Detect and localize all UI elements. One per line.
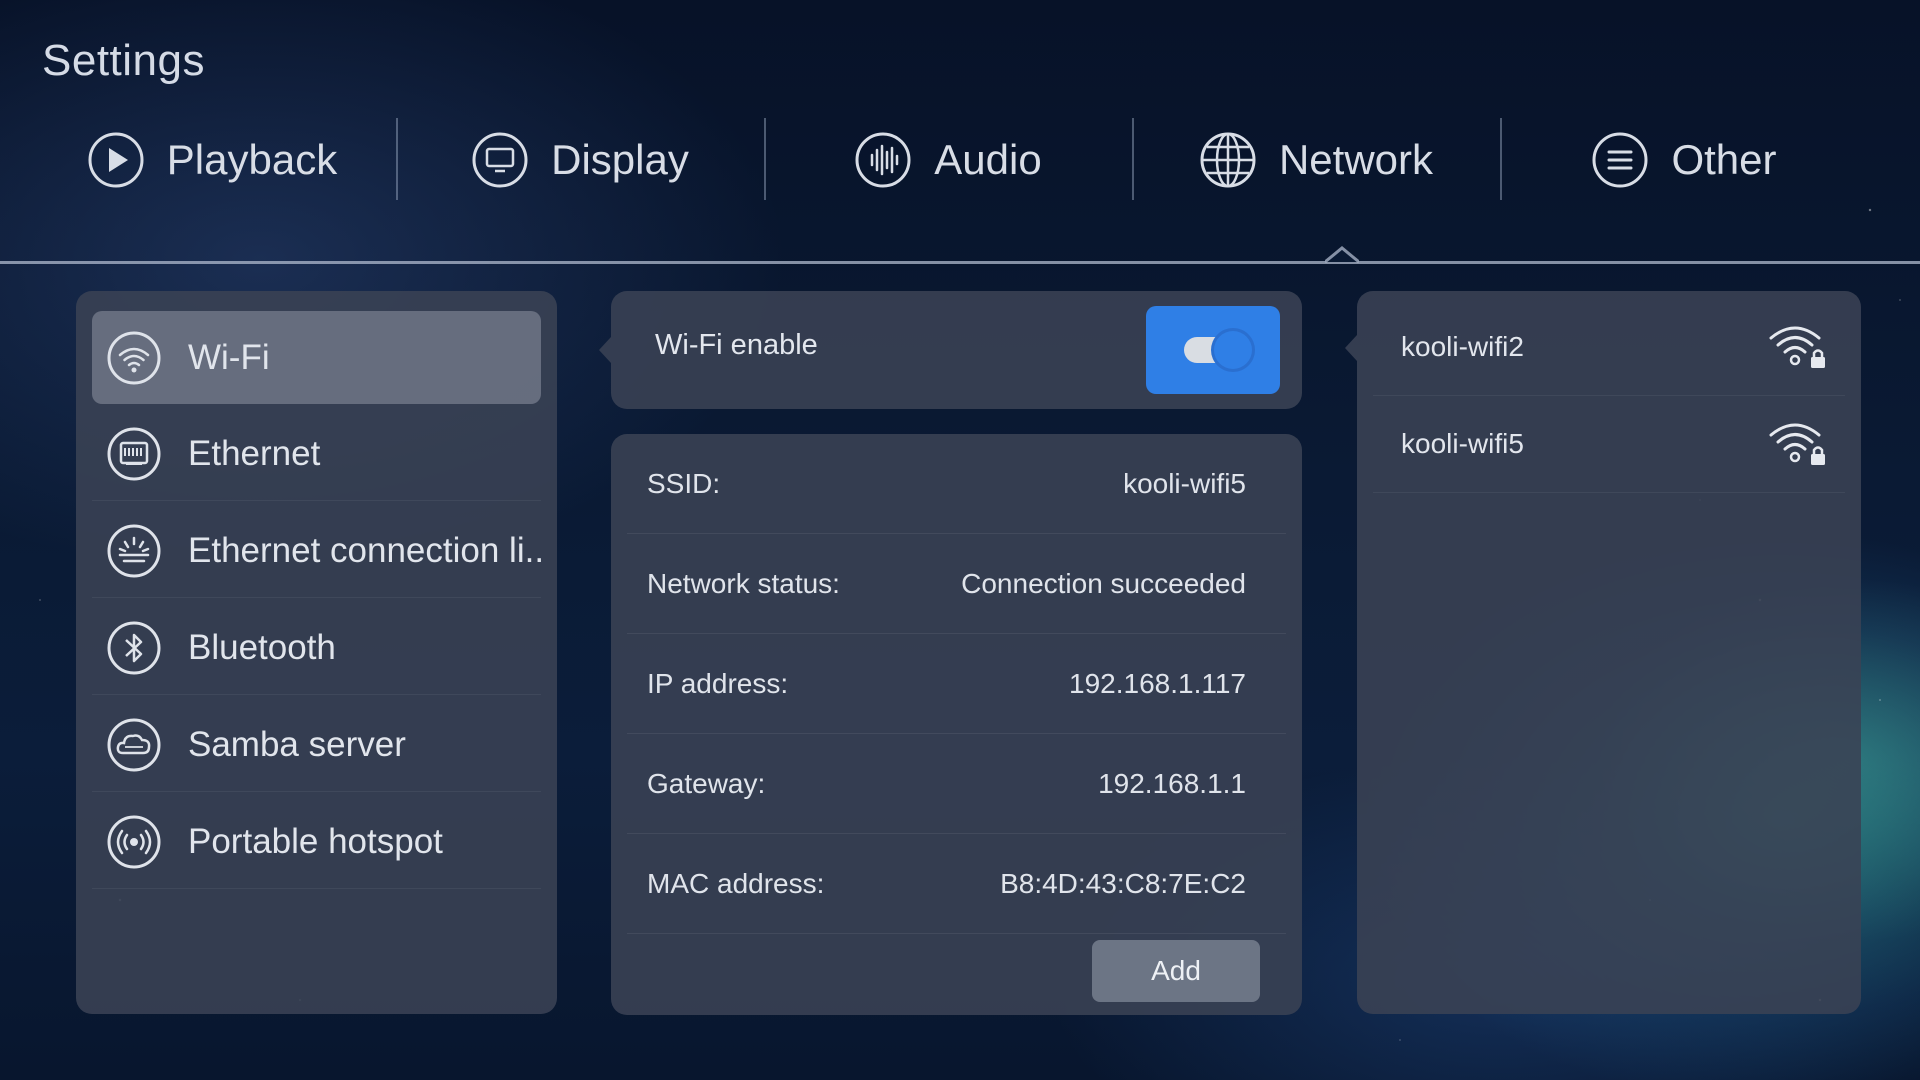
network-item-kooli-wifi5[interactable]: kooli-wifi5	[1373, 396, 1845, 493]
sidebar-item-label: Bluetooth	[188, 628, 336, 667]
info-label: Gateway:	[647, 767, 766, 799]
sidebar-item-label: Samba server	[188, 725, 406, 764]
info-row-network-status: Network status: Connection succeeded	[627, 534, 1286, 634]
info-label: Network status:	[647, 567, 840, 599]
tab-display[interactable]: Display	[396, 118, 764, 202]
network-sidebar: Wi-Fi Ethernet Ethernet connection li.. …	[76, 291, 557, 1014]
info-row-gateway: Gateway: 192.168.1.1	[627, 734, 1286, 834]
available-networks-panel: kooli-wifi2 kooli-wifi5	[1345, 291, 1861, 1014]
tab-divider	[0, 261, 1920, 264]
tab-network[interactable]: Network	[1132, 118, 1500, 202]
wifi-locked-icon	[1765, 418, 1829, 470]
wifi-enable-panel: Wi-Fi enable	[599, 291, 1302, 409]
tab-other[interactable]: Other	[1500, 118, 1868, 202]
network-name: kooli-wifi2	[1401, 331, 1524, 362]
sidebar-item-samba-server[interactable]: Samba server	[92, 699, 541, 792]
info-value: kooli-wifi5	[1123, 467, 1246, 499]
info-row-ssid: SSID: kooli-wifi5	[627, 434, 1286, 534]
tab-network-label: Network	[1278, 136, 1434, 183]
sidebar-item-ethernet-connection-light[interactable]: Ethernet connection li..	[92, 505, 545, 598]
info-value: Connection succeeded	[961, 567, 1246, 599]
bluetooth-icon	[106, 620, 162, 676]
sidebar-item-wifi[interactable]: Wi-Fi	[92, 311, 541, 404]
sidebar-item-portable-hotspot[interactable]: Portable hotspot	[92, 796, 541, 889]
selected-tab-caret	[1325, 246, 1359, 264]
hotspot-icon	[106, 814, 162, 870]
tab-audio-label: Audio	[934, 136, 1042, 183]
sidebar-item-label: Ethernet connection li..	[188, 531, 545, 570]
info-value: B8:4D:43:C8:7E:C2	[1000, 867, 1246, 899]
info-value: 192.168.1.1	[1098, 767, 1246, 799]
globe-icon	[1199, 131, 1257, 189]
connection-info-panel: SSID: kooli-wifi5 Network status: Connec…	[611, 434, 1302, 1015]
ethernet-port-icon	[106, 426, 162, 482]
audio-wave-icon	[854, 131, 912, 189]
panel-pointer	[599, 337, 611, 363]
wifi-enable-label: Wi-Fi enable	[655, 329, 818, 361]
sidebar-item-label: Ethernet	[188, 434, 321, 473]
network-menu: Wi-Fi Ethernet Ethernet connection li.. …	[76, 291, 557, 913]
monitor-icon	[471, 131, 529, 189]
wifi-enable-toggle[interactable]	[1146, 306, 1280, 394]
network-item-kooli-wifi2[interactable]: kooli-wifi2	[1373, 299, 1845, 396]
tab-playback[interactable]: Playback	[28, 118, 396, 202]
info-label: MAC address:	[647, 867, 825, 899]
samba-cloud-icon	[106, 717, 162, 773]
tab-audio[interactable]: Audio	[764, 118, 1132, 202]
toggle-knob	[1214, 331, 1252, 369]
sidebar-item-label: Portable hotspot	[188, 822, 443, 861]
add-button[interactable]: Add	[1092, 940, 1260, 1002]
wifi-locked-icon	[1765, 321, 1829, 373]
ethernet-light-icon	[106, 523, 162, 579]
panel-pointer	[1345, 335, 1357, 361]
play-circle-icon	[87, 131, 145, 189]
top-tab-bar: Playback Display Audio Network Other	[28, 118, 1868, 202]
menu-lines-icon	[1591, 131, 1649, 189]
sidebar-item-ethernet[interactable]: Ethernet	[92, 408, 541, 501]
info-row-ip-address: IP address: 192.168.1.117	[627, 634, 1286, 734]
tab-other-label: Other	[1671, 136, 1777, 183]
tab-display-label: Display	[551, 136, 689, 183]
tab-playback-label: Playback	[166, 136, 338, 183]
network-name: kooli-wifi5	[1401, 428, 1524, 459]
info-value: 192.168.1.117	[1069, 667, 1246, 699]
sidebar-item-label: Wi-Fi	[188, 337, 270, 377]
sidebar-item-bluetooth[interactable]: Bluetooth	[92, 602, 541, 695]
info-row-mac-address: MAC address: B8:4D:43:C8:7E:C2	[627, 834, 1286, 934]
network-list: kooli-wifi2 kooli-wifi5	[1357, 291, 1861, 501]
wifi-icon	[106, 330, 162, 386]
page-title: Settings	[42, 36, 205, 85]
info-label: SSID:	[647, 467, 721, 499]
info-label: IP address:	[647, 667, 789, 699]
